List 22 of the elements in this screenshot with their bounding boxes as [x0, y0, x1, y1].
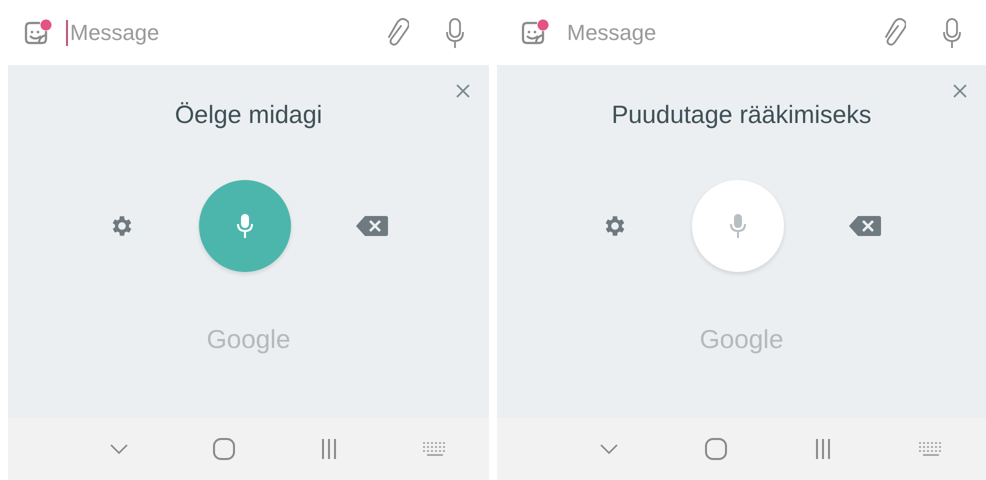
- keyboard-icon[interactable]: [918, 441, 944, 457]
- paperclip-icon[interactable]: [882, 18, 906, 48]
- backspace-icon[interactable]: [354, 214, 388, 238]
- voice-prompt: Öelge midagi: [174, 101, 322, 130]
- close-icon: [952, 83, 968, 99]
- backspace-icon[interactable]: [848, 214, 882, 238]
- sticker-icon[interactable]: [519, 18, 549, 46]
- close-icon: [455, 83, 471, 99]
- voice-prompt: Puudutage rääkimiseks: [612, 101, 872, 130]
- chevron-down-icon[interactable]: [109, 443, 130, 455]
- microphone-icon: [236, 213, 252, 239]
- home-icon[interactable]: [704, 437, 728, 461]
- chevron-down-icon[interactable]: [599, 443, 620, 455]
- paperclip-icon[interactable]: [385, 18, 409, 48]
- home-icon[interactable]: [212, 437, 236, 461]
- microphone-icon[interactable]: [942, 16, 962, 48]
- microphone-icon[interactable]: [445, 16, 465, 48]
- keyboard-icon[interactable]: [422, 441, 448, 457]
- microphone-icon: [730, 213, 746, 239]
- message-field[interactable]: Message: [563, 20, 767, 46]
- sticker-icon[interactable]: [22, 18, 52, 46]
- message-field[interactable]: Message: [66, 20, 270, 46]
